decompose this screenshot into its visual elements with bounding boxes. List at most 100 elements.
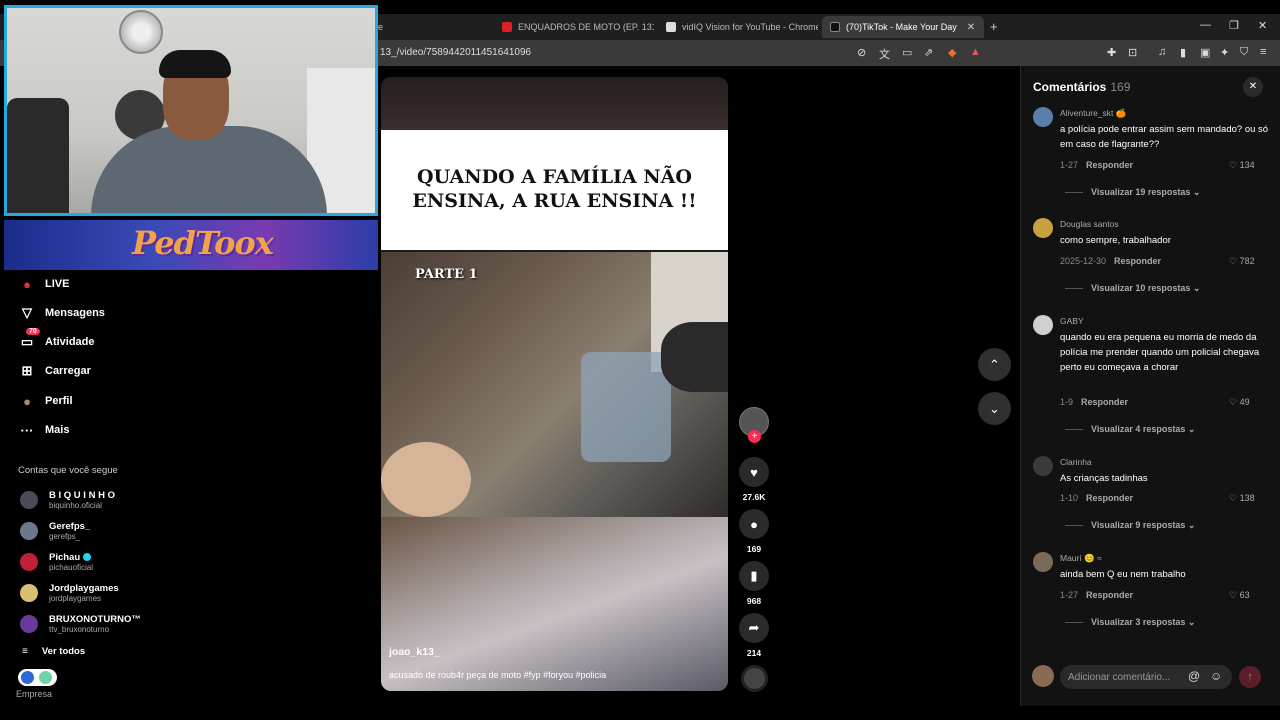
bookmark-icon[interactable]: ▮ bbox=[739, 561, 769, 591]
following-account[interactable]: Pichau pichauoficial bbox=[20, 548, 93, 576]
comment-like-button[interactable]: ♡ 138 bbox=[1229, 493, 1255, 504]
comment-item: Douglas santos como sempre, trabalhador 20… bbox=[1033, 218, 1273, 297]
send-icon[interactable]: ↑ bbox=[1239, 666, 1261, 688]
avatar[interactable] bbox=[1033, 107, 1053, 127]
extensions-icon[interactable]: ✚ bbox=[1107, 46, 1116, 59]
verified-icon bbox=[83, 553, 92, 562]
next-video-button[interactable]: ⌄ bbox=[978, 392, 1011, 425]
video-player[interactable]: QUANDO A FAMÍLIA NÃO ENSINA, A RUA ENSIN… bbox=[381, 77, 728, 691]
chevron-down-icon: ⌄ bbox=[989, 400, 1000, 416]
minimize-icon[interactable]: — bbox=[1200, 19, 1211, 31]
avatar bbox=[20, 491, 38, 509]
video-bottom-frame bbox=[381, 517, 728, 691]
share-arrow-icon[interactable]: ➦ bbox=[739, 613, 769, 643]
music-disc-icon[interactable] bbox=[741, 665, 768, 692]
close-window-icon[interactable]: ✕ bbox=[1258, 19, 1267, 32]
comment-date: 1-27 bbox=[1060, 590, 1079, 600]
comment-username[interactable]: Douglas santos bbox=[1060, 219, 1119, 229]
sidebar-item-upload[interactable]: ⊞ Carregar bbox=[18, 361, 91, 381]
streamer-logo: PedToox bbox=[132, 224, 274, 262]
view-replies-label: Visualizar 10 respostas bbox=[1091, 283, 1191, 293]
avatar[interactable] bbox=[1033, 315, 1053, 335]
following-account[interactable]: BRUXONOTURNO™ ttv_bruxonoturno bbox=[20, 610, 141, 638]
sidebar-item-profile[interactable]: ● Perfil bbox=[18, 391, 72, 411]
comment-like-button[interactable]: ♡ 782 bbox=[1229, 256, 1255, 267]
comment-like-button[interactable]: ♡ 49 bbox=[1229, 397, 1250, 408]
comment-item: Maurí 😊 ≈ ainda bem Q eu nem trabalho 1-27… bbox=[1033, 552, 1273, 631]
video-author[interactable]: joao_k13_ bbox=[389, 646, 440, 658]
business-toggle[interactable] bbox=[18, 669, 57, 686]
youtube-icon bbox=[502, 22, 512, 32]
rewards-icon[interactable]: ▲ bbox=[970, 46, 981, 58]
view-replies-button[interactable]: Visualizar 3 respostas ⌄ bbox=[1065, 617, 1195, 628]
menu-icon[interactable]: ≡ bbox=[1260, 46, 1266, 58]
comment-meta: 1-27 Responder bbox=[1060, 160, 1133, 170]
emoji-icon[interactable]: ☺ bbox=[1210, 669, 1222, 683]
screenshot-icon[interactable]: ⊡ bbox=[1128, 46, 1137, 59]
comment-username[interactable]: Aliventure_skt 🍊 bbox=[1060, 108, 1126, 119]
following-account[interactable]: Gerefps_ gerefps_ bbox=[20, 517, 90, 545]
view-replies-button[interactable]: Visualizar 9 respostas ⌄ bbox=[1065, 520, 1195, 531]
following-account[interactable]: Jordplaygames jordplaygames bbox=[20, 579, 119, 607]
comment-username[interactable]: GABY bbox=[1060, 316, 1084, 326]
reply-button[interactable]: Responder bbox=[1114, 256, 1161, 266]
leo-ai-icon[interactable]: ✦ bbox=[1220, 46, 1229, 59]
comment-username[interactable]: Maurí 😊 ≈ bbox=[1060, 553, 1102, 564]
previous-video-button[interactable]: ⌃ bbox=[978, 348, 1011, 381]
share-action[interactable]: ➦ 214 bbox=[738, 613, 770, 658]
restore-icon[interactable]: ❐ bbox=[1229, 19, 1239, 32]
comment-username[interactable]: Clarinha bbox=[1060, 457, 1092, 467]
sidebar-icon[interactable]: ▮ bbox=[1180, 46, 1186, 59]
view-replies-button[interactable]: Visualizar 4 respostas ⌄ bbox=[1065, 424, 1195, 435]
avatar[interactable] bbox=[1033, 552, 1053, 572]
brave-shield-icon[interactable]: ◆ bbox=[948, 46, 956, 59]
account-handle: pichauoficial bbox=[49, 563, 94, 572]
messages-icon: ▽ bbox=[22, 305, 32, 320]
close-panel-button[interactable]: ✕ bbox=[1243, 77, 1263, 97]
vpn-icon[interactable]: ⛉ bbox=[1240, 46, 1248, 59]
sidebar-item-activity[interactable]: ▭ 70 Atividade bbox=[18, 328, 95, 352]
browser-tab-vidiq[interactable]: vidIQ Vision for YouTube - Chrome W bbox=[658, 16, 818, 38]
mention-icon[interactable]: @ bbox=[1188, 669, 1200, 683]
comment-action[interactable]: ● 169 bbox=[738, 509, 770, 554]
reply-button[interactable]: Responder bbox=[1086, 590, 1133, 600]
comment-like-count: 134 bbox=[1239, 160, 1255, 170]
follow-plus-icon[interactable]: + bbox=[748, 430, 761, 443]
sidebar-item-messages[interactable]: ▽ Mensagens bbox=[18, 303, 105, 323]
share-icon[interactable]: ⇗ bbox=[924, 46, 933, 59]
avatar[interactable] bbox=[1033, 218, 1053, 238]
comment-like-button[interactable]: ♡ 134 bbox=[1229, 160, 1255, 171]
reply-button[interactable]: Responder bbox=[1086, 493, 1133, 503]
sidebar-item-live[interactable]: ● LIVE bbox=[18, 274, 69, 294]
browser-tab-tiktok[interactable]: (70)TikTok - Make Your Day ✕ bbox=[822, 16, 984, 38]
tab-close-icon[interactable]: ✕ bbox=[967, 22, 975, 33]
eye-off-icon[interactable]: ⊘ bbox=[857, 46, 866, 59]
translate-icon[interactable]: 文 bbox=[879, 46, 890, 62]
view-replies-label: Visualizar 4 respostas bbox=[1091, 424, 1186, 434]
comment-input[interactable] bbox=[1060, 665, 1232, 689]
following-account[interactable]: B I Q U I N H Obiquinho.oficial bbox=[20, 486, 115, 514]
reply-button[interactable]: Responder bbox=[1086, 160, 1133, 170]
view-replies-button[interactable]: Visualizar 19 respostas ⌄ bbox=[1065, 187, 1200, 198]
reply-button[interactable]: Responder bbox=[1081, 397, 1128, 407]
comment-icon[interactable]: ● bbox=[739, 509, 769, 539]
save-action[interactable]: ▮ 968 bbox=[738, 561, 770, 606]
view-replies-button[interactable]: Visualizar 10 respostas ⌄ bbox=[1065, 283, 1200, 294]
heart-icon[interactable]: ♥ bbox=[739, 457, 769, 487]
wallet-icon[interactable]: ▣ bbox=[1200, 46, 1210, 59]
sidebar-item-more[interactable]: ··· Mais bbox=[18, 420, 70, 440]
like-action[interactable]: ♥ 27.6K bbox=[738, 457, 770, 502]
comment-like-button[interactable]: ♡ 63 bbox=[1229, 590, 1250, 601]
comments-title-label: Comentários bbox=[1033, 80, 1107, 94]
cast-icon[interactable]: ▭ bbox=[902, 46, 912, 59]
browser-tab-enquadros[interactable]: ENQUADROS DE MOTO (EP. 131) - Y bbox=[494, 16, 654, 38]
media-icon[interactable]: ♫ bbox=[1158, 46, 1166, 58]
tab-title: (70)TikTok - Make Your Day bbox=[846, 22, 957, 32]
new-tab-button[interactable]: + bbox=[990, 19, 998, 34]
avatar[interactable] bbox=[1033, 456, 1053, 476]
account-text: Jordplaygames jordplaygames bbox=[49, 583, 119, 603]
url-text[interactable]: 13_/video/7589442011451641096 bbox=[380, 47, 531, 58]
account-text: BRUXONOTURNO™ ttv_bruxonoturno bbox=[49, 614, 141, 634]
comment-meta: 1-10 Responder bbox=[1060, 493, 1133, 503]
see-all-button[interactable]: ≡ Ver todos bbox=[22, 646, 85, 657]
